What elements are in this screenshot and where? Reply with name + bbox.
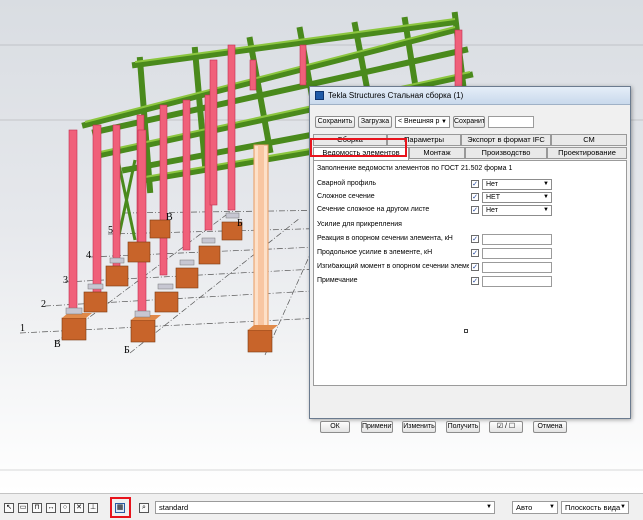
preset-select[interactable]: < Внешняя р ▼: [395, 116, 450, 128]
complex-section-select[interactable]: НЕТ ▼: [482, 192, 552, 203]
save-button[interactable]: Сохранить: [315, 116, 355, 128]
complex-other-sheet-label: Сечение сложное на другом листе: [317, 206, 430, 213]
snap-line-icon[interactable]: ▭: [18, 503, 28, 513]
cancel-button[interactable]: Отмена: [533, 421, 567, 433]
panel-heading: Заполнение ведомости элементов по ГОСТ 2…: [317, 165, 513, 172]
toggle-all-button[interactable]: ☑ / ☐: [489, 421, 523, 433]
auto-select-value: Авто: [516, 503, 533, 512]
bottom-toolbar: ↖ ▭ ⊓ ↔ ○ ✕ ⊥ ▦ ⌕ standard ▼ Авто ▼ Плоско…: [0, 493, 643, 520]
axial-force-checkbox[interactable]: ✓: [471, 249, 479, 257]
axial-force-label: Продольное усилие в элементе, кН: [317, 249, 433, 256]
bending-moment-label: Изгибающий момент в опорном сечении элем…: [317, 263, 469, 270]
complex-other-sheet-value: Нет: [486, 207, 498, 214]
toolbar-highlight-box: [110, 497, 131, 518]
tab-ifc-export[interactable]: Экспорт в формат IFC: [461, 134, 551, 146]
grid-label-1: 1: [20, 323, 25, 334]
grid-label-b-front: Б: [124, 345, 130, 356]
snap-endpoint-icon[interactable]: ⊓: [32, 503, 42, 513]
auto-select[interactable]: Авто ▼: [512, 501, 558, 514]
grid-label-v-front: В: [54, 339, 61, 350]
reaction-input[interactable]: [482, 234, 552, 245]
save-as-name-input[interactable]: [488, 116, 534, 128]
welded-profile-checkbox[interactable]: ✓: [471, 180, 479, 188]
snap-center-icon[interactable]: ○: [60, 503, 70, 513]
complex-other-sheet-checkbox[interactable]: ✓: [471, 206, 479, 214]
load-button[interactable]: Загрузка: [358, 116, 392, 128]
chevron-down-icon: ▼: [486, 504, 492, 510]
tab-design[interactable]: Проектирование: [547, 147, 627, 159]
view-plane-value: Плоскость вида: [565, 503, 621, 512]
ok-button[interactable]: ОК: [320, 421, 350, 433]
note-label: Примечание: [317, 277, 358, 284]
welded-profile-select[interactable]: Нет ▼: [482, 179, 552, 190]
select-arrow-icon[interactable]: ↖: [4, 503, 14, 513]
selection-filter-value: standard: [159, 503, 189, 512]
tab-erection[interactable]: Монтаж: [409, 147, 465, 159]
chevron-down-icon: ▼: [441, 119, 447, 125]
snap-perpendicular-icon[interactable]: ⊥: [88, 503, 98, 513]
note-input[interactable]: [482, 276, 552, 287]
axial-force-input[interactable]: [482, 248, 552, 259]
welded-profile-value: Нет: [486, 181, 498, 188]
reaction-checkbox[interactable]: ✓: [471, 235, 479, 243]
selection-filter-select[interactable]: standard ▼: [155, 501, 495, 514]
chevron-down-icon: ▼: [543, 181, 549, 187]
element-list-panel: Заполнение ведомости элементов по ГОСТ 2…: [313, 160, 627, 386]
zoom-icon[interactable]: ⌕: [139, 503, 149, 513]
preset-select-value: < Внешняя р: [398, 118, 440, 125]
grid-label-3: 3: [63, 275, 68, 286]
complex-section-checkbox[interactable]: ✓: [471, 193, 479, 201]
snap-intersection-icon[interactable]: ✕: [74, 503, 84, 513]
snap-midpoint-icon[interactable]: ↔: [46, 503, 56, 513]
chevron-down-icon: ▼: [620, 504, 626, 510]
complex-section-label: Сложное сечение: [317, 193, 375, 200]
dialog-title: Tekla Structures Стальная сборка (1): [328, 91, 464, 100]
tekla-app-icon: [315, 91, 324, 100]
bending-moment-checkbox[interactable]: ✓: [471, 263, 479, 271]
get-button[interactable]: Получить: [446, 421, 480, 433]
chevron-down-icon: ▼: [543, 207, 549, 213]
chevron-down-icon: ▼: [543, 194, 549, 200]
note-checkbox[interactable]: ✓: [471, 277, 479, 285]
grid-label-2: 2: [41, 299, 46, 310]
chevron-down-icon: ▼: [549, 504, 555, 510]
force-section-heading: Усилие для прикрепления: [317, 221, 402, 228]
grid-label-4: 4: [86, 250, 91, 261]
tab-production[interactable]: Производство: [465, 147, 547, 159]
tab-highlight-box: [310, 138, 407, 157]
grid-label-b-back: Б: [237, 218, 243, 229]
welded-profile-label: Сварной профиль: [317, 180, 377, 187]
tab-cm[interactable]: СМ: [551, 134, 627, 146]
save-as-button[interactable]: Сохранить как: [453, 116, 485, 128]
complex-other-sheet-select[interactable]: Нет ▼: [482, 205, 552, 216]
apply-button[interactable]: Применить: [361, 421, 393, 433]
grid-label-v-back: В: [166, 212, 173, 223]
resize-marker: [464, 329, 468, 333]
grid-label-5: 5: [108, 225, 113, 236]
view-plane-select[interactable]: Плоскость вида ▼: [561, 501, 629, 514]
steel-assembly-dialog: Tekla Structures Стальная сборка (1) Сох…: [309, 86, 631, 433]
dialog-titlebar[interactable]: Tekla Structures Стальная сборка (1): [310, 87, 630, 105]
bending-moment-input[interactable]: [482, 262, 552, 273]
reaction-label: Реакция в опорном сечении элемента, кН: [317, 235, 453, 242]
modify-button[interactable]: Изменить: [402, 421, 436, 433]
complex-section-value: НЕТ: [486, 194, 500, 201]
